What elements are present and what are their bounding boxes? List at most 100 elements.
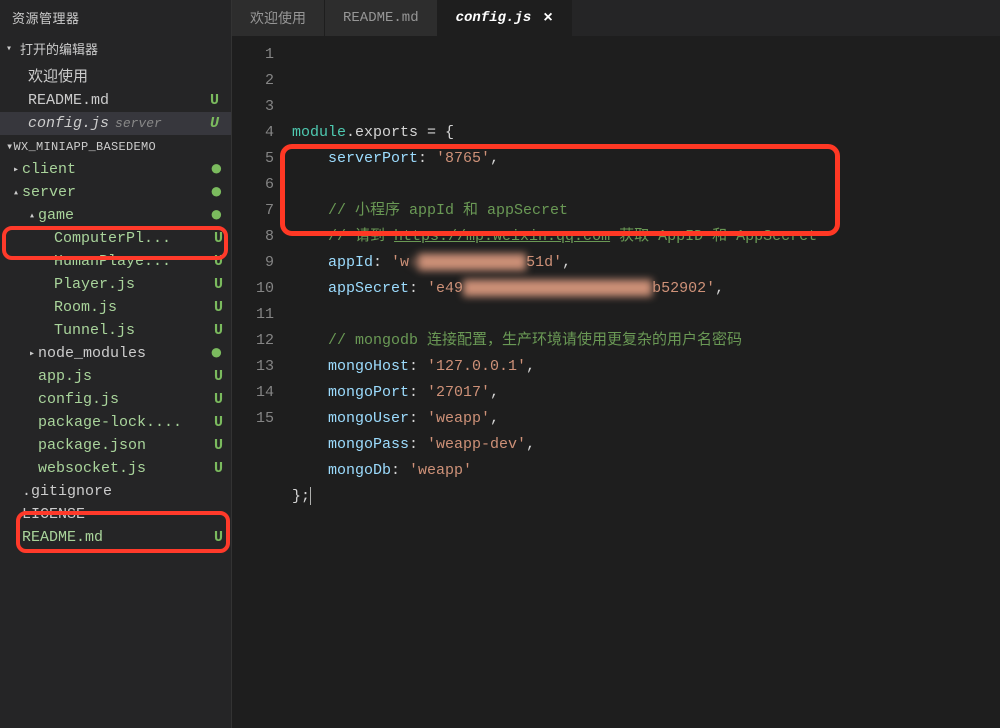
- code-line: mongoHost: '127.0.0.1',: [292, 354, 1000, 380]
- code-line: mongoDb: 'weapp': [292, 458, 1000, 484]
- git-status-badge: U: [214, 253, 223, 270]
- code-line: mongoPort: '27017',: [292, 380, 1000, 406]
- open-editor-item[interactable]: README.md U: [0, 89, 231, 112]
- open-editors-list: 欢迎使用README.mdUconfig.jsserverU: [0, 62, 231, 135]
- open-editors-header[interactable]: ▾ 打开的编辑器: [0, 35, 231, 62]
- file-item[interactable]: package.jsonU: [0, 434, 231, 457]
- git-dirty-dot-icon: ●: [210, 165, 223, 175]
- code-line: [292, 172, 1000, 198]
- line-number: 1: [232, 42, 274, 68]
- file-item[interactable]: app.jsU: [0, 365, 231, 388]
- code-line: };: [292, 484, 1000, 510]
- tree-item-label: Room.js: [54, 299, 210, 316]
- file-item[interactable]: Tunnel.jsU: [0, 319, 231, 342]
- tab-label: 欢迎使用: [250, 8, 306, 28]
- line-number: 15: [232, 406, 274, 432]
- code-line: serverPort: '8765',: [292, 146, 1000, 172]
- tab-label: config.js: [456, 10, 532, 26]
- editor-area: 欢迎使用README.mdconfig.js× 1234567891011121…: [232, 0, 1000, 728]
- line-number: 6: [232, 172, 274, 198]
- explorer-sidebar: 资源管理器 ▾ 打开的编辑器 欢迎使用README.mdUconfig.jsse…: [0, 0, 232, 728]
- tree-item-label: .gitignore: [22, 483, 223, 500]
- tree-item-label: Player.js: [54, 276, 210, 293]
- tree-item-label: package-lock....: [38, 414, 210, 431]
- chevron-down-icon: ▴: [10, 187, 22, 199]
- tree-item-label: LICENSE: [22, 506, 223, 523]
- tree-item-label: ComputerPl...: [54, 230, 210, 247]
- tree-item-label: HumanPlaye...: [54, 253, 210, 270]
- project-header[interactable]: ▾ WX_MINIAPP_BASEDEMO: [0, 135, 231, 158]
- git-status-badge: U: [210, 115, 219, 132]
- line-gutter: 123456789101112131415: [232, 42, 292, 728]
- code-editor[interactable]: 123456789101112131415 module.exports = {…: [232, 36, 1000, 728]
- tree-item-label: Tunnel.js: [54, 322, 210, 339]
- file-item[interactable]: .gitignore: [0, 480, 231, 503]
- open-editor-item[interactable]: 欢迎使用: [0, 62, 231, 89]
- line-number: 9: [232, 250, 274, 276]
- line-number: 11: [232, 302, 274, 328]
- chevron-right-icon: ▸: [26, 348, 38, 360]
- close-icon[interactable]: ×: [543, 9, 553, 27]
- tree-item-label: README.md: [22, 529, 210, 546]
- code-line: // mongodb 连接配置，生产环境请使用更复杂的用户名密码: [292, 328, 1000, 354]
- line-number: 4: [232, 120, 274, 146]
- line-number: 7: [232, 198, 274, 224]
- chevron-right-icon: ▸: [10, 164, 22, 176]
- code-line: appId: 'wx████████████51d',: [292, 250, 1000, 276]
- file-item[interactable]: config.jsU: [0, 388, 231, 411]
- code-content[interactable]: module.exports = { serverPort: '8765', /…: [292, 42, 1000, 728]
- git-status-badge: U: [214, 529, 223, 546]
- git-status-badge: U: [214, 391, 223, 408]
- line-number: 13: [232, 354, 274, 380]
- editor-tab[interactable]: README.md: [325, 0, 438, 36]
- code-line: appSecret: 'e49█████████████████████b529…: [292, 276, 1000, 302]
- file-item[interactable]: package-lock....U: [0, 411, 231, 434]
- file-item[interactable]: ComputerPl...U: [0, 227, 231, 250]
- git-status-badge: U: [214, 322, 223, 339]
- git-status-badge: U: [214, 230, 223, 247]
- tab-label: README.md: [343, 10, 419, 26]
- git-status-badge: U: [214, 276, 223, 293]
- code-line: mongoPass: 'weapp-dev',: [292, 432, 1000, 458]
- open-editor-subpath: server: [115, 116, 162, 131]
- chevron-down-icon: ▴: [26, 210, 38, 222]
- line-number: 3: [232, 94, 274, 120]
- git-dirty-dot-icon: ●: [210, 211, 223, 221]
- editor-tab[interactable]: config.js ×: [438, 0, 572, 36]
- editor-tab[interactable]: 欢迎使用: [232, 0, 325, 36]
- code-line: // 小程序 appId 和 appSecret: [292, 198, 1000, 224]
- folder-item[interactable]: ▴server ●: [0, 181, 231, 204]
- line-number: 5: [232, 146, 274, 172]
- open-editor-label: 欢迎使用: [28, 65, 88, 86]
- file-item[interactable]: LICENSE: [0, 503, 231, 526]
- file-item[interactable]: Player.jsU: [0, 273, 231, 296]
- tree-item-label: websocket.js: [38, 460, 210, 477]
- open-editor-label: README.md: [28, 92, 109, 109]
- folder-item[interactable]: ▸node_modules ●: [0, 342, 231, 365]
- tree-item-label: node_modules: [38, 345, 206, 362]
- folder-item[interactable]: ▸client ●: [0, 158, 231, 181]
- git-status-badge: U: [214, 437, 223, 454]
- tree-item-label: game: [38, 207, 206, 224]
- file-item[interactable]: HumanPlaye...U: [0, 250, 231, 273]
- line-number: 8: [232, 224, 274, 250]
- git-dirty-dot-icon: ●: [210, 349, 223, 359]
- tree-item-label: config.js: [38, 391, 210, 408]
- git-status-badge: U: [210, 92, 219, 109]
- file-item[interactable]: Room.jsU: [0, 296, 231, 319]
- git-status-badge: U: [214, 299, 223, 316]
- open-editor-item[interactable]: config.jsserverU: [0, 112, 231, 135]
- git-status-badge: U: [214, 460, 223, 477]
- explorer-title: 资源管理器: [0, 0, 231, 35]
- code-line: // 请到 https://mp.weixin.qq.com 获取 AppID …: [292, 224, 1000, 250]
- line-number: 14: [232, 380, 274, 406]
- file-item[interactable]: README.mdU: [0, 526, 231, 549]
- tree-item-label: client: [22, 161, 206, 178]
- file-item[interactable]: websocket.jsU: [0, 457, 231, 480]
- chevron-down-icon: ▾: [6, 43, 16, 55]
- folder-item[interactable]: ▴game ●: [0, 204, 231, 227]
- git-dirty-dot-icon: ●: [210, 188, 223, 198]
- code-line: [292, 302, 1000, 328]
- code-line: module.exports = {: [292, 120, 1000, 146]
- tree-item-label: server: [22, 184, 206, 201]
